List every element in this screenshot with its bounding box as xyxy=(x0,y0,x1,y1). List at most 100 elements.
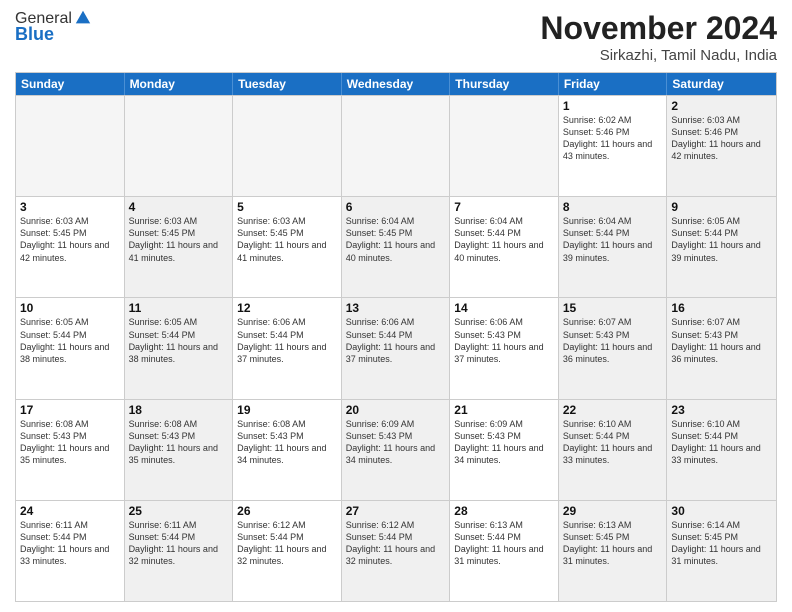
day-number: 28 xyxy=(454,504,554,518)
day-info: Sunrise: 6:10 AM Sunset: 5:44 PM Dayligh… xyxy=(563,418,663,467)
day-cell-21: 21Sunrise: 6:09 AM Sunset: 5:43 PM Dayli… xyxy=(450,400,559,500)
day-info: Sunrise: 6:05 AM Sunset: 5:44 PM Dayligh… xyxy=(20,316,120,365)
day-number: 12 xyxy=(237,301,337,315)
day-number: 9 xyxy=(671,200,772,214)
day-number: 27 xyxy=(346,504,446,518)
calendar: SundayMondayTuesdayWednesdayThursdayFrid… xyxy=(15,72,777,602)
day-number: 2 xyxy=(671,99,772,113)
day-number: 5 xyxy=(237,200,337,214)
day-cell-9: 9Sunrise: 6:05 AM Sunset: 5:44 PM Daylig… xyxy=(667,197,776,297)
calendar-row-1: 3 Sunrise: 6:03 AM Sunset: 5:45 PM Daylig… xyxy=(16,196,776,297)
calendar-row-4: 24Sunrise: 6:11 AM Sunset: 5:44 PM Dayli… xyxy=(16,500,776,601)
empty-cell-0-2 xyxy=(233,96,342,196)
header-day-monday: Monday xyxy=(125,73,234,95)
day-number: 3 xyxy=(20,200,120,214)
header-day-thursday: Thursday xyxy=(450,73,559,95)
day-number: 23 xyxy=(671,403,772,417)
day-info: Sunrise: 6:09 AM Sunset: 5:43 PM Dayligh… xyxy=(454,418,554,467)
day-cell-12: 12Sunrise: 6:06 AM Sunset: 5:44 PM Dayli… xyxy=(233,298,342,398)
day-number: 18 xyxy=(129,403,229,417)
day-cell-20: 20Sunrise: 6:09 AM Sunset: 5:43 PM Dayli… xyxy=(342,400,451,500)
day-number: 30 xyxy=(671,504,772,518)
header: General Blue November 2024 Sirkazhi, Tam… xyxy=(15,10,777,64)
day-number: 4 xyxy=(129,200,229,214)
day-cell-27: 27Sunrise: 6:12 AM Sunset: 5:44 PM Dayli… xyxy=(342,501,451,601)
calendar-header: SundayMondayTuesdayWednesdayThursdayFrid… xyxy=(16,73,776,95)
location: Sirkazhi, Tamil Nadu, India xyxy=(540,47,777,64)
day-cell-26: 26Sunrise: 6:12 AM Sunset: 5:44 PM Dayli… xyxy=(233,501,342,601)
day-info: Sunrise: 6:04 AM Sunset: 5:45 PM Dayligh… xyxy=(346,215,446,264)
day-number: 21 xyxy=(454,403,554,417)
calendar-body: 1Sunrise: 6:02 AM Sunset: 5:46 PM Daylig… xyxy=(16,95,776,601)
day-cell-14: 14Sunrise: 6:06 AM Sunset: 5:43 PM Dayli… xyxy=(450,298,559,398)
day-info: Sunrise: 6:06 AM Sunset: 5:44 PM Dayligh… xyxy=(237,316,337,365)
day-info: Sunrise: 6:07 AM Sunset: 5:43 PM Dayligh… xyxy=(563,316,663,365)
day-number: 22 xyxy=(563,403,663,417)
day-number: 20 xyxy=(346,403,446,417)
day-info: Sunrise: 6:03 AM Sunset: 5:45 PM Dayligh… xyxy=(129,215,229,264)
calendar-row-2: 10Sunrise: 6:05 AM Sunset: 5:44 PM Dayli… xyxy=(16,297,776,398)
header-day-friday: Friday xyxy=(559,73,668,95)
day-cell-13: 13Sunrise: 6:06 AM Sunset: 5:44 PM Dayli… xyxy=(342,298,451,398)
day-number: 17 xyxy=(20,403,120,417)
day-info: Sunrise: 6:05 AM Sunset: 5:44 PM Dayligh… xyxy=(129,316,229,365)
day-info: Sunrise: 6:05 AM Sunset: 5:44 PM Dayligh… xyxy=(671,215,772,264)
day-info: Sunrise: 6:11 AM Sunset: 5:44 PM Dayligh… xyxy=(20,519,120,568)
day-info: Sunrise: 6:07 AM Sunset: 5:43 PM Dayligh… xyxy=(671,316,772,365)
day-number: 29 xyxy=(563,504,663,518)
day-cell-4: 4Sunrise: 6:03 AM Sunset: 5:45 PM Daylig… xyxy=(125,197,234,297)
day-cell-8: 8Sunrise: 6:04 AM Sunset: 5:44 PM Daylig… xyxy=(559,197,668,297)
day-cell-15: 15Sunrise: 6:07 AM Sunset: 5:43 PM Dayli… xyxy=(559,298,668,398)
header-day-saturday: Saturday xyxy=(667,73,776,95)
day-number: 10 xyxy=(20,301,120,315)
day-cell-16: 16Sunrise: 6:07 AM Sunset: 5:43 PM Dayli… xyxy=(667,298,776,398)
day-cell-29: 29Sunrise: 6:13 AM Sunset: 5:45 PM Dayli… xyxy=(559,501,668,601)
day-info: Sunrise: 6:08 AM Sunset: 5:43 PM Dayligh… xyxy=(20,418,120,467)
day-info: Sunrise: 6:13 AM Sunset: 5:45 PM Dayligh… xyxy=(563,519,663,568)
day-cell-2: 2Sunrise: 6:03 AM Sunset: 5:46 PM Daylig… xyxy=(667,96,776,196)
day-cell-17: 17Sunrise: 6:08 AM Sunset: 5:43 PM Dayli… xyxy=(16,400,125,500)
title-section: November 2024 Sirkazhi, Tamil Nadu, Indi… xyxy=(540,10,777,64)
day-info: Sunrise: 6:10 AM Sunset: 5:44 PM Dayligh… xyxy=(671,418,772,467)
day-number: 19 xyxy=(237,403,337,417)
day-info: Sunrise: 6:06 AM Sunset: 5:44 PM Dayligh… xyxy=(346,316,446,365)
day-number: 6 xyxy=(346,200,446,214)
day-number: 24 xyxy=(20,504,120,518)
day-cell-22: 22Sunrise: 6:10 AM Sunset: 5:44 PM Dayli… xyxy=(559,400,668,500)
day-number: 8 xyxy=(563,200,663,214)
day-number: 11 xyxy=(129,301,229,315)
header-day-tuesday: Tuesday xyxy=(233,73,342,95)
day-info: Sunrise: 6:04 AM Sunset: 5:44 PM Dayligh… xyxy=(454,215,554,264)
header-day-wednesday: Wednesday xyxy=(342,73,451,95)
day-info: Sunrise: 6:06 AM Sunset: 5:43 PM Dayligh… xyxy=(454,316,554,365)
day-info: Sunrise: 6:13 AM Sunset: 5:44 PM Dayligh… xyxy=(454,519,554,568)
empty-cell-0-4 xyxy=(450,96,559,196)
empty-cell-0-1 xyxy=(125,96,234,196)
day-cell-28: 28Sunrise: 6:13 AM Sunset: 5:44 PM Dayli… xyxy=(450,501,559,601)
day-info: Sunrise: 6:08 AM Sunset: 5:43 PM Dayligh… xyxy=(237,418,337,467)
day-number: 26 xyxy=(237,504,337,518)
day-cell-6: 6Sunrise: 6:04 AM Sunset: 5:45 PM Daylig… xyxy=(342,197,451,297)
empty-cell-0-3 xyxy=(342,96,451,196)
logo-blue-text: Blue xyxy=(15,24,54,45)
day-cell-3: 3Sunrise: 6:03 AM Sunset: 5:45 PM Daylig… xyxy=(16,197,125,297)
day-number: 14 xyxy=(454,301,554,315)
page: General Blue November 2024 Sirkazhi, Tam… xyxy=(0,0,792,612)
day-info: Sunrise: 6:03 AM Sunset: 5:45 PM Dayligh… xyxy=(237,215,337,264)
logo: General Blue xyxy=(15,10,92,45)
day-cell-30: 30Sunrise: 6:14 AM Sunset: 5:45 PM Dayli… xyxy=(667,501,776,601)
day-number: 13 xyxy=(346,301,446,315)
day-number: 16 xyxy=(671,301,772,315)
calendar-row-0: 1Sunrise: 6:02 AM Sunset: 5:46 PM Daylig… xyxy=(16,95,776,196)
day-cell-23: 23Sunrise: 6:10 AM Sunset: 5:44 PM Dayli… xyxy=(667,400,776,500)
day-info: Sunrise: 6:14 AM Sunset: 5:45 PM Dayligh… xyxy=(671,519,772,568)
day-cell-25: 25Sunrise: 6:11 AM Sunset: 5:44 PM Dayli… xyxy=(125,501,234,601)
header-day-sunday: Sunday xyxy=(16,73,125,95)
day-info: Sunrise: 6:04 AM Sunset: 5:44 PM Dayligh… xyxy=(563,215,663,264)
day-cell-19: 19Sunrise: 6:08 AM Sunset: 5:43 PM Dayli… xyxy=(233,400,342,500)
day-cell-24: 24Sunrise: 6:11 AM Sunset: 5:44 PM Dayli… xyxy=(16,501,125,601)
month-title: November 2024 xyxy=(540,10,777,47)
empty-cell-0-0 xyxy=(16,96,125,196)
day-info: Sunrise: 6:12 AM Sunset: 5:44 PM Dayligh… xyxy=(237,519,337,568)
day-info: Sunrise: 6:09 AM Sunset: 5:43 PM Dayligh… xyxy=(346,418,446,467)
